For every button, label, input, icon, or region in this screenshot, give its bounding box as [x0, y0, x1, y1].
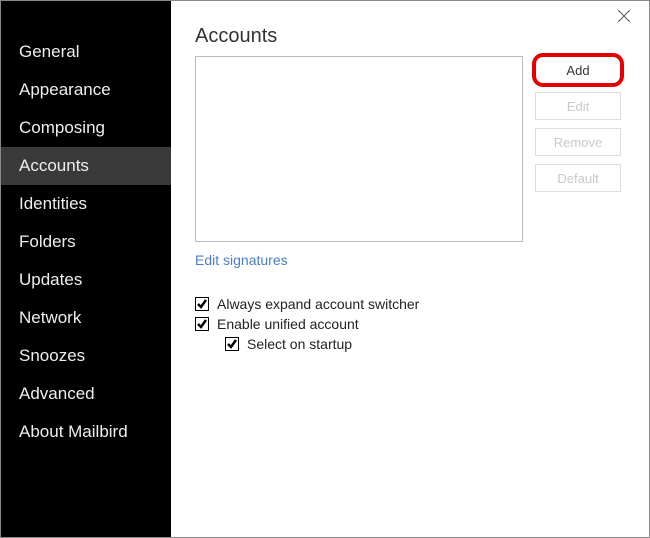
option-label: Select on startup	[247, 336, 352, 352]
settings-sidebar: General Appearance Composing Accounts Id…	[1, 1, 171, 537]
sidebar-item-network[interactable]: Network	[1, 299, 171, 337]
sidebar-item-label: Advanced	[19, 384, 95, 403]
sidebar-item-composing[interactable]: Composing	[1, 109, 171, 147]
sidebar-item-general[interactable]: General	[1, 33, 171, 71]
sidebar-item-label: Network	[19, 308, 81, 327]
sidebar-item-label: Identities	[19, 194, 87, 213]
accounts-listbox[interactable]	[195, 56, 523, 242]
checkbox-icon	[195, 297, 209, 311]
sidebar-item-label: Snoozes	[19, 346, 85, 365]
sidebar-item-label: Accounts	[19, 156, 89, 175]
sidebar-item-advanced[interactable]: Advanced	[1, 375, 171, 413]
option-label: Always expand account switcher	[217, 296, 419, 312]
option-enable-unified[interactable]: Enable unified account	[195, 316, 621, 332]
sidebar-item-label: Folders	[19, 232, 76, 251]
checkbox-icon	[195, 317, 209, 331]
account-action-buttons: Add Edit Remove Default	[535, 56, 621, 242]
option-select-on-startup[interactable]: Select on startup	[225, 336, 621, 352]
edit-button[interactable]: Edit	[535, 92, 621, 120]
sidebar-item-label: Composing	[19, 118, 105, 137]
sidebar-item-label: Updates	[19, 270, 82, 289]
close-icon	[617, 9, 631, 23]
sidebar-item-label: About Mailbird	[19, 422, 128, 441]
account-options: Always expand account switcher Enable un…	[195, 296, 621, 352]
sidebar-item-identities[interactable]: Identities	[1, 185, 171, 223]
sidebar-item-label: General	[19, 42, 79, 61]
sidebar-item-about-mailbird[interactable]: About Mailbird	[1, 413, 171, 451]
sidebar-item-updates[interactable]: Updates	[1, 261, 171, 299]
sidebar-item-accounts[interactable]: Accounts	[1, 147, 171, 185]
option-always-expand[interactable]: Always expand account switcher	[195, 296, 621, 312]
sidebar-item-snoozes[interactable]: Snoozes	[1, 337, 171, 375]
remove-button[interactable]: Remove	[535, 128, 621, 156]
option-label: Enable unified account	[217, 316, 359, 332]
checkbox-icon	[225, 337, 239, 351]
sidebar-item-appearance[interactable]: Appearance	[1, 71, 171, 109]
main-panel: Accounts Add Edit Remove Default Edit si…	[171, 1, 649, 537]
default-button[interactable]: Default	[535, 164, 621, 192]
close-button[interactable]	[617, 9, 635, 27]
page-title: Accounts	[195, 25, 621, 48]
add-button[interactable]: Add	[535, 56, 621, 84]
edit-signatures-link[interactable]: Edit signatures	[195, 252, 288, 268]
sidebar-item-label: Appearance	[19, 80, 111, 99]
sidebar-item-folders[interactable]: Folders	[1, 223, 171, 261]
